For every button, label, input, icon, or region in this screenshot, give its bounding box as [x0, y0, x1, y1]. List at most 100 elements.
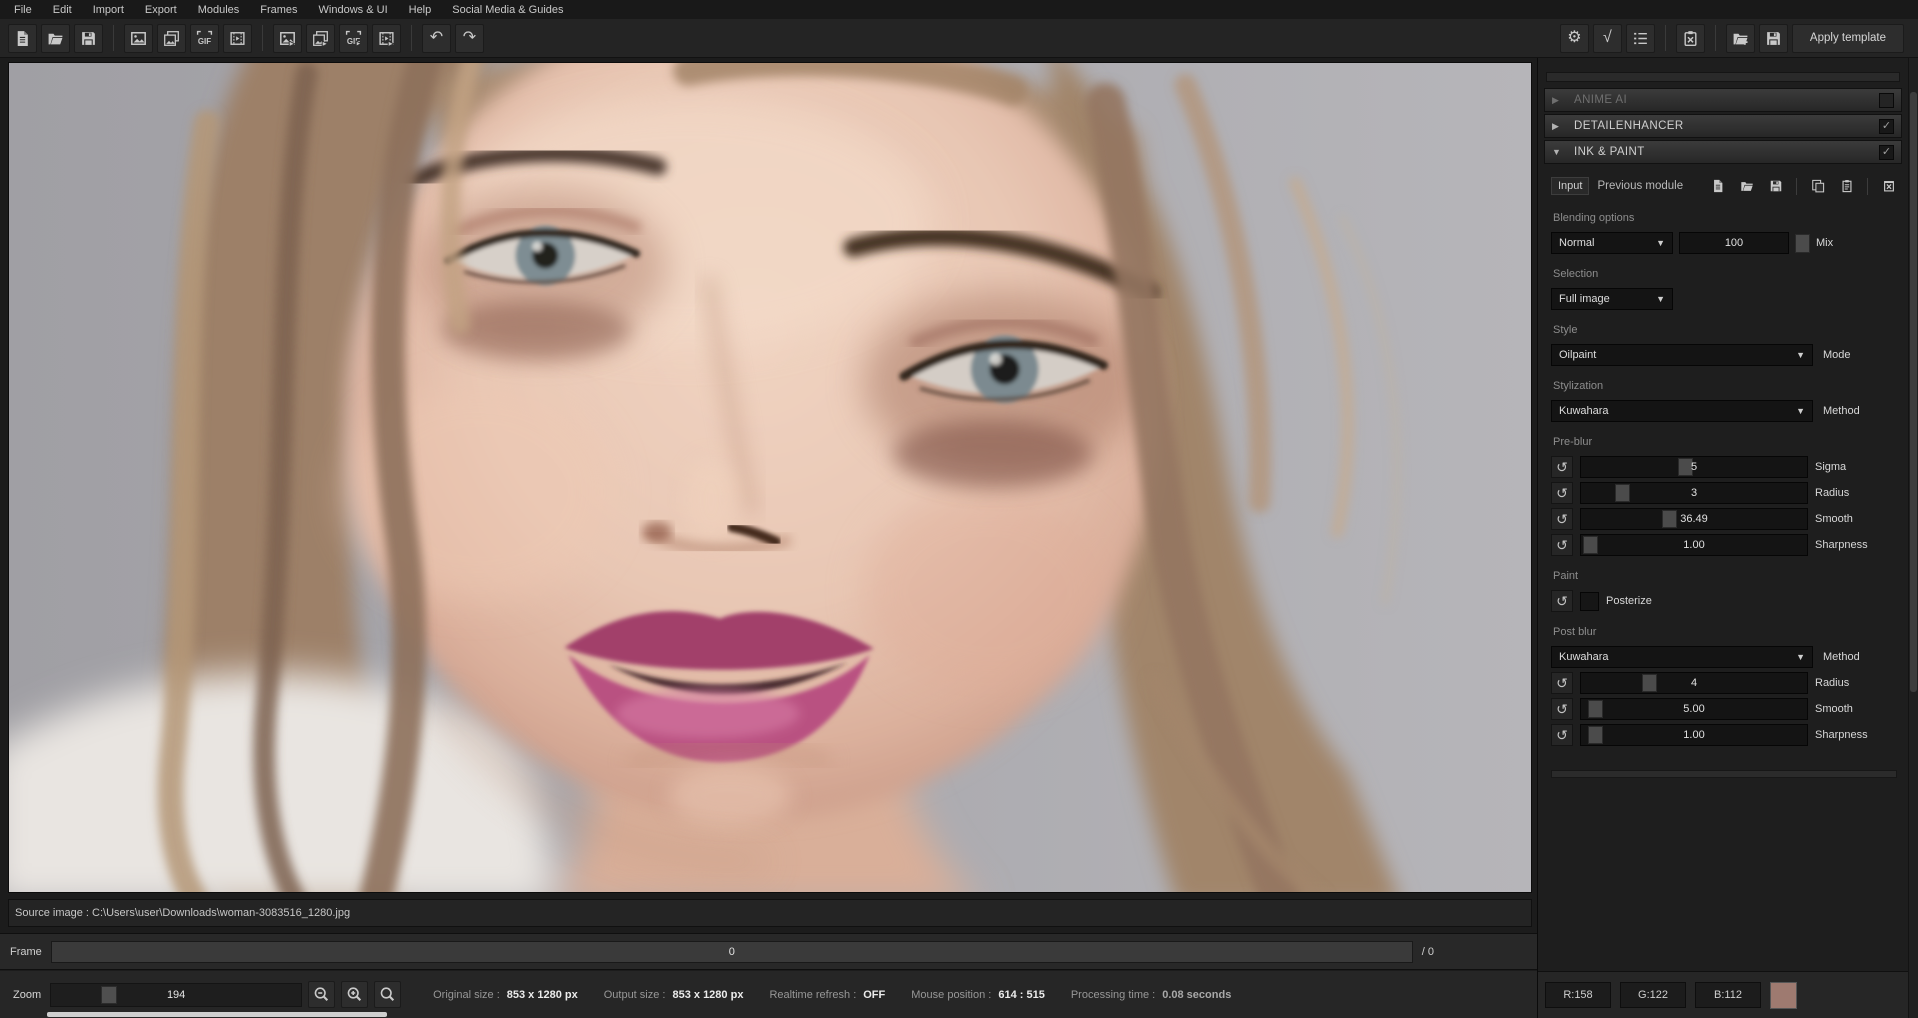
redo-icon: ↷ [463, 30, 476, 46]
mouse-position-status: Mouse position :614 : 515 [911, 989, 1045, 1001]
redo-button[interactable]: ↷ [455, 24, 484, 53]
post-smooth-slider[interactable]: 5.00 [1580, 698, 1808, 720]
film-export-icon [378, 30, 395, 47]
reset-icon: ↺ [1556, 728, 1568, 742]
sharpness-slider[interactable]: 1.00 [1580, 534, 1808, 556]
module-new-button[interactable] [1707, 177, 1728, 196]
export-video-button[interactable] [372, 24, 401, 53]
save-template-button[interactable] [1759, 24, 1788, 53]
module-paste-button[interactable] [1836, 177, 1857, 196]
zoom-fit-button[interactable] [374, 981, 401, 1008]
import-gif-button[interactable] [190, 24, 219, 53]
mix-slider-handle[interactable] [1795, 234, 1810, 253]
new-file-button[interactable] [8, 24, 37, 53]
module-header-ink-and-paint[interactable]: ▼ INK & PAINT ✓ [1544, 140, 1902, 164]
post-radius-slider-row: ↺ 4 Radius [1551, 672, 1899, 694]
module-enabled-checkbox[interactable]: ✓ [1879, 145, 1894, 160]
menu-windows-ui[interactable]: Windows & UI [319, 4, 388, 16]
smooth-slider[interactable]: 36.49 [1580, 508, 1808, 530]
sharpness-slider-row: ↺ 1.00 Sharpness [1551, 534, 1899, 556]
reset-posterize-button[interactable]: ↺ [1551, 590, 1573, 612]
realtime-refresh-status: Realtime refresh :OFF [769, 989, 885, 1001]
export-image-button[interactable] [273, 24, 302, 53]
selection-dropdown[interactable]: Full image ▼ [1551, 288, 1673, 310]
zoom-value: 194 [51, 984, 301, 1006]
selection-value: Full image [1559, 293, 1610, 305]
pre-blur-label: Pre-blur [1553, 436, 1899, 448]
reset-sharpness-button[interactable]: ↺ [1551, 534, 1573, 556]
module-reset-button[interactable] [1878, 177, 1899, 196]
panel-v-scrollbar[interactable] [1908, 58, 1918, 1018]
undo-button[interactable]: ↶ [422, 24, 451, 53]
frame-slider[interactable]: 0 [51, 941, 1413, 963]
image-stack-icon [163, 30, 180, 47]
canvas-h-scrollbar[interactable] [47, 1012, 387, 1017]
task-list-button[interactable] [1626, 24, 1655, 53]
source-path-bar: Source image : C:\Users\user\Downloads\w… [8, 899, 1532, 927]
template-toolbar: ⚙ √ Apply template [1560, 24, 1910, 53]
menu-file[interactable]: File [14, 4, 32, 16]
export-gif-button[interactable] [339, 24, 368, 53]
save-icon [1765, 30, 1782, 47]
reset-post-sharpness-button[interactable]: ↺ [1551, 724, 1573, 746]
zoom-out-button[interactable] [308, 981, 335, 1008]
module-enabled-checkbox[interactable] [1879, 93, 1894, 108]
post-blur-method-dropdown[interactable]: Kuwahara ▼ [1551, 646, 1813, 668]
style-mode-dropdown[interactable]: Oilpaint ▼ [1551, 344, 1813, 366]
save-button[interactable] [74, 24, 103, 53]
input-source-value[interactable]: Previous module [1597, 180, 1699, 192]
toolbar-separator [1665, 25, 1666, 51]
zoom-in-button[interactable] [341, 981, 368, 1008]
import-video-button[interactable] [223, 24, 252, 53]
validate-script-button[interactable]: √ [1593, 24, 1622, 53]
zoom-in-icon [346, 986, 363, 1003]
menu-import[interactable]: Import [93, 4, 124, 16]
module-copy-button[interactable] [1807, 177, 1828, 196]
module-enabled-checkbox[interactable]: ✓ [1879, 119, 1894, 134]
module-save-button[interactable] [1765, 177, 1786, 196]
clear-template-button[interactable] [1676, 24, 1705, 53]
menu-frames[interactable]: Frames [260, 4, 297, 16]
modules-panel: ▶ ANIME AI ▶ DETAILENHANCER ✓ ▼ INK & PA… [1537, 58, 1908, 1018]
sigma-slider[interactable]: 5 [1580, 456, 1808, 478]
reset-smooth-button[interactable]: ↺ [1551, 508, 1573, 530]
check-script-icon: √ [1603, 30, 1612, 46]
radius-label: Radius [1815, 677, 1849, 689]
post-radius-slider[interactable]: 4 [1580, 672, 1808, 694]
module-header-detailenhancer[interactable]: ▶ DETAILENHANCER ✓ [1544, 114, 1902, 138]
image-canvas[interactable] [8, 62, 1532, 893]
menu-modules[interactable]: Modules [198, 4, 240, 16]
panel-v-scrollbar-thumb[interactable] [1910, 92, 1917, 692]
blend-mode-dropdown[interactable]: Normal ▼ [1551, 232, 1673, 254]
menu-social-media-guides[interactable]: Social Media & Guides [452, 4, 563, 16]
module-header-anime-ai[interactable]: ▶ ANIME AI [1544, 88, 1902, 112]
import-image-sequence-button[interactable] [157, 24, 186, 53]
stylization-method-dropdown[interactable]: Kuwahara ▼ [1551, 400, 1813, 422]
reset-post-radius-button[interactable]: ↺ [1551, 672, 1573, 694]
menu-edit[interactable]: Edit [53, 4, 72, 16]
load-template-button[interactable] [1726, 24, 1755, 53]
module-title: ANIME AI [1574, 94, 1868, 106]
process-settings-button[interactable]: ⚙ [1560, 24, 1589, 53]
menu-help[interactable]: Help [409, 4, 432, 16]
export-image-sequence-button[interactable] [306, 24, 335, 53]
apply-template-button[interactable]: Apply template [1792, 24, 1904, 53]
reset-radius-button[interactable]: ↺ [1551, 482, 1573, 504]
radius-slider-row: ↺ 3 Radius [1551, 482, 1899, 504]
menu-export[interactable]: Export [145, 4, 177, 16]
radius-slider[interactable]: 3 [1580, 482, 1808, 504]
zoom-slider[interactable]: 194 [50, 983, 302, 1007]
status-items: Original size :853 x 1280 px Output size… [433, 989, 1231, 1001]
input-chip: Input [1551, 177, 1589, 195]
import-image-button[interactable] [124, 24, 153, 53]
posterize-checkbox[interactable] [1580, 592, 1599, 611]
open-file-button[interactable] [41, 24, 70, 53]
style-value: Oilpaint [1559, 349, 1596, 361]
module-open-button[interactable] [1736, 177, 1757, 196]
reset-sigma-button[interactable]: ↺ [1551, 456, 1573, 478]
toolbar-separator [1796, 178, 1797, 195]
post-sharpness-slider[interactable]: 1.00 [1580, 724, 1808, 746]
reset-post-smooth-button[interactable]: ↺ [1551, 698, 1573, 720]
blending-options-label: Blending options [1553, 212, 1899, 224]
mix-value-field[interactable]: 100 [1679, 232, 1789, 254]
